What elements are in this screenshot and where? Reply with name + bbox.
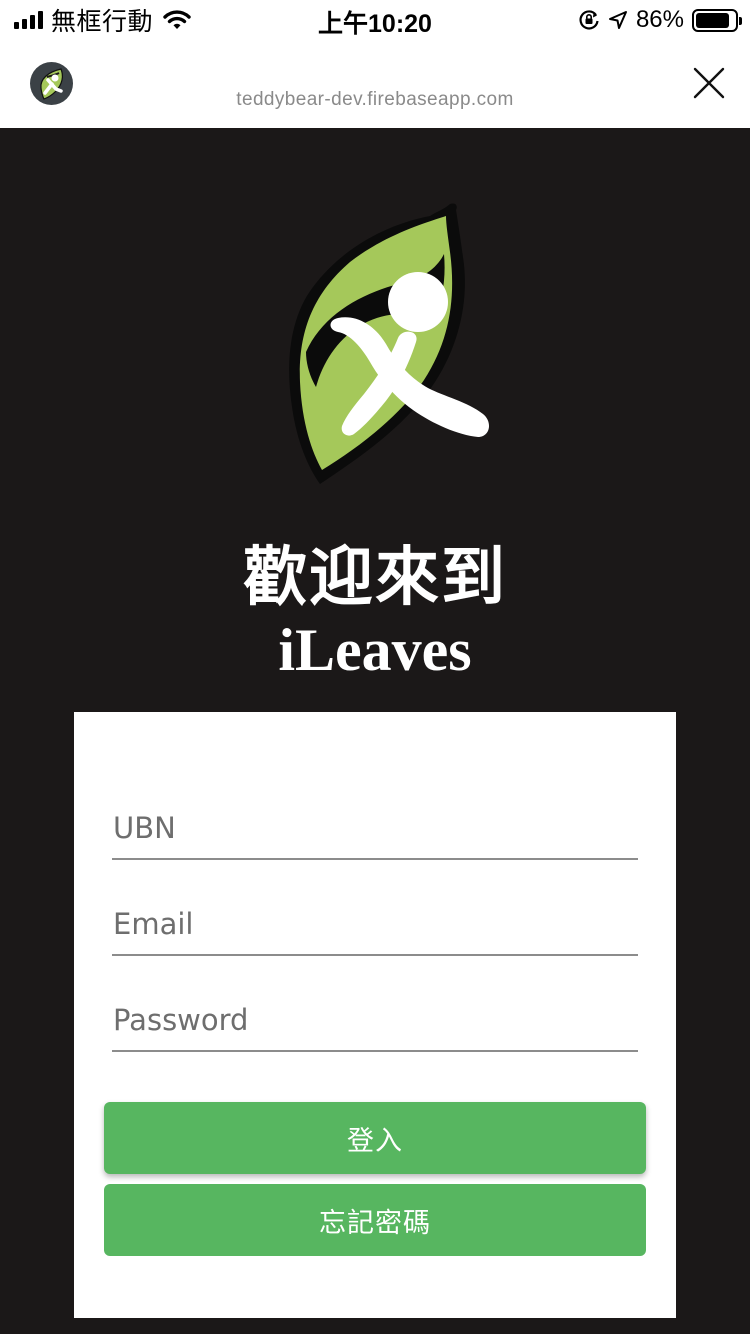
ubn-input[interactable]: [112, 804, 638, 860]
status-right: 86%: [578, 6, 742, 34]
login-button[interactable]: 登入: [104, 1102, 646, 1174]
main-content: 歡迎來到 iLeaves 登入 忘記密碼: [0, 128, 750, 1334]
browser-header: teddybear-dev.firebaseapp.com: [0, 40, 750, 128]
close-button[interactable]: [692, 66, 726, 100]
battery-level: [696, 12, 729, 28]
url-text: teddybear-dev.firebaseapp.com: [236, 89, 514, 110]
close-icon[interactable]: [692, 66, 726, 100]
battery-percent: 86%: [635, 6, 684, 33]
forgot-password-button[interactable]: 忘記密碼: [104, 1184, 646, 1256]
location-icon: [608, 11, 627, 29]
orientation-lock-icon: [579, 10, 599, 30]
ileaves-logo: [289, 203, 490, 485]
welcome-title: 歡迎來到: [243, 541, 507, 615]
login-card: 登入 忘記密碼: [74, 712, 676, 1318]
battery-icon: [692, 8, 742, 32]
email-input[interactable]: [112, 900, 638, 956]
brand-name: iLeaves: [278, 617, 472, 683]
status-bar: 無框行動 上午10:20 86%: [0, 0, 750, 40]
password-input[interactable]: [112, 996, 638, 1052]
